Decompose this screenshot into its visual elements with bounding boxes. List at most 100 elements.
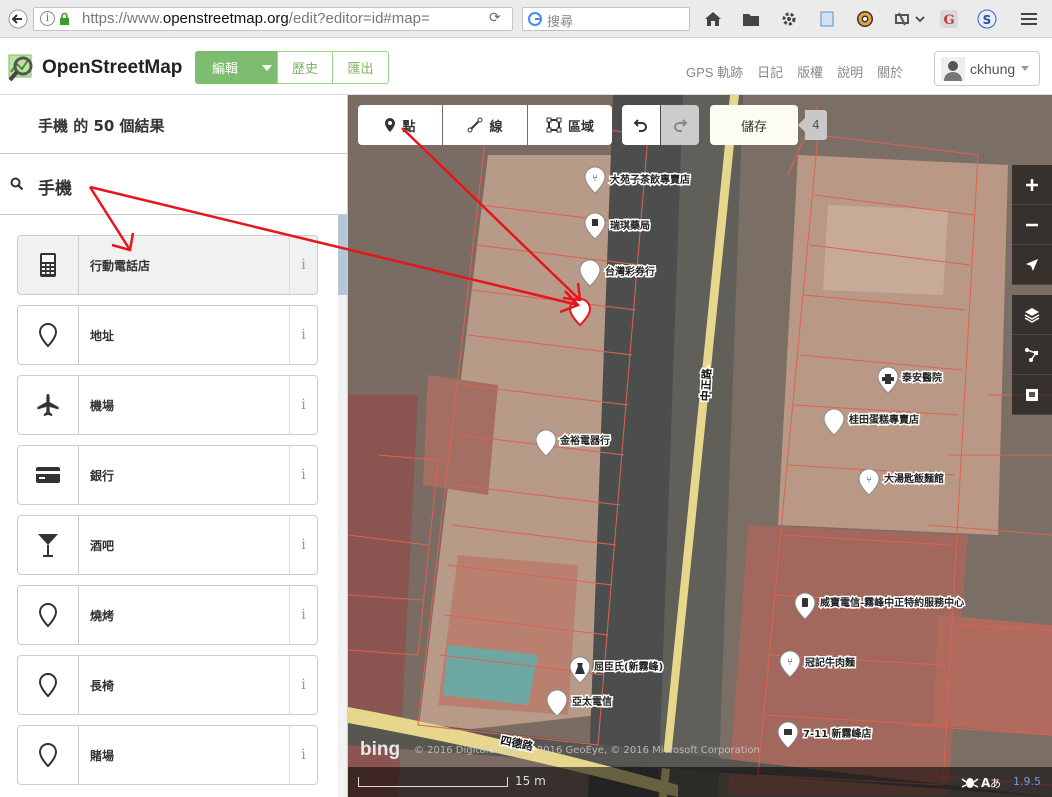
preset-mobile-phone-shop[interactable]: 行動電話店 i bbox=[17, 235, 318, 295]
preset-info-button[interactable]: i bbox=[289, 586, 317, 644]
osm-logo-icon[interactable] bbox=[6, 52, 38, 84]
street-label-zhongzheng: 中正路 bbox=[698, 367, 714, 402]
history-button[interactable]: 歷史 bbox=[277, 51, 333, 84]
preset-info-button[interactable]: i bbox=[289, 656, 317, 714]
info-icon[interactable]: i bbox=[40, 11, 55, 26]
chevron-down-icon bbox=[1021, 66, 1029, 71]
line-icon bbox=[467, 117, 483, 133]
point-icon bbox=[385, 118, 396, 132]
brand-title[interactable]: OpenStreetMap bbox=[42, 57, 182, 79]
preset-info-button[interactable]: i bbox=[289, 236, 317, 294]
add-point-label: 點 bbox=[402, 119, 416, 135]
scale-bar bbox=[358, 777, 508, 787]
bug-icon[interactable] bbox=[960, 774, 980, 790]
results-title: 手機 的 50 個結果 bbox=[38, 117, 165, 135]
svg-text:S: S bbox=[983, 13, 992, 27]
poi-label: 威寶電信-霧峰中正特約服務中心 bbox=[820, 596, 964, 609]
version-label[interactable]: 1.9.5 bbox=[1013, 775, 1041, 788]
nav-gps-traces[interactable]: GPS 軌跡 bbox=[686, 62, 743, 81]
avatar bbox=[941, 57, 965, 81]
add-point-button[interactable]: 點 bbox=[358, 105, 442, 145]
user-menu-button[interactable]: ckhung bbox=[934, 51, 1040, 86]
mobile-phone-icon bbox=[18, 236, 79, 294]
preset-address[interactable]: 地址 i bbox=[17, 305, 318, 365]
book-icon bbox=[1026, 388, 1038, 401]
map-data-button[interactable] bbox=[1012, 335, 1052, 375]
menu-icon[interactable] bbox=[1019, 9, 1039, 29]
home-icon[interactable] bbox=[703, 9, 723, 29]
caret-down-icon bbox=[261, 64, 272, 71]
url-text: https://www.openstreetmap.org/edit?edito… bbox=[82, 10, 430, 27]
redo-button[interactable] bbox=[661, 105, 699, 145]
nav-diary[interactable]: 日記 bbox=[757, 62, 783, 81]
nav-about[interactable]: 關於 bbox=[877, 62, 903, 81]
zoom-in-button[interactable] bbox=[1012, 165, 1052, 205]
osm-header: OpenStreetMap 編輯 歷史 匯出 GPS 軌跡 日記 版權 說明 關… bbox=[0, 38, 1052, 95]
preset-info-button[interactable]: i bbox=[289, 376, 317, 434]
bookmark-icon[interactable] bbox=[817, 9, 837, 29]
preset-bench[interactable]: 長椅 i bbox=[17, 655, 318, 715]
preset-label: 賭場 bbox=[90, 749, 115, 763]
edit-count: 4 bbox=[805, 110, 827, 140]
map-canvas[interactable]: 中正路 四德路 ⑂ 大苑子茶飲專賣店 瑞琪藥局 台灣彩券行 金裕電器行 屈臣氏(新… bbox=[348, 95, 1052, 797]
browser-search-input[interactable]: 搜尋 bbox=[522, 7, 690, 31]
preset-casino[interactable]: 賭場 i bbox=[17, 725, 318, 785]
chevron-down-icon[interactable] bbox=[910, 9, 930, 29]
nav-copyright[interactable]: 版權 bbox=[797, 62, 823, 81]
reload-icon[interactable]: ⟳ bbox=[489, 10, 501, 26]
map-footer: 15 m Aあ 1.9.5 bbox=[348, 767, 1052, 797]
add-area-button[interactable]: 區域 bbox=[528, 105, 612, 145]
location-arrow-icon bbox=[1026, 258, 1038, 271]
airplane-icon bbox=[18, 376, 79, 434]
undo-button[interactable] bbox=[622, 105, 660, 145]
preset-label: 地址 bbox=[90, 329, 115, 343]
add-area-label: 區域 bbox=[567, 119, 594, 135]
preset-bank[interactable]: 銀行 i bbox=[17, 445, 318, 505]
edit-count-badge: 4 bbox=[798, 110, 832, 140]
area-icon bbox=[546, 117, 562, 133]
s-addon-icon[interactable]: S bbox=[977, 9, 997, 29]
map-pin-icon bbox=[18, 586, 79, 644]
preset-info-button[interactable]: i bbox=[289, 446, 317, 504]
zoom-out-button[interactable] bbox=[1012, 205, 1052, 245]
preset-search[interactable]: 手機 bbox=[0, 155, 347, 215]
extension-icon[interactable] bbox=[892, 9, 912, 29]
poi-label: 7-11 新霧峰店 bbox=[803, 727, 872, 740]
results-header: 手機 的 50 個結果 bbox=[0, 95, 347, 154]
geolocate-button[interactable] bbox=[1012, 245, 1052, 285]
nav-help[interactable]: 說明 bbox=[837, 62, 863, 81]
poi-label: 金裕電器行 bbox=[559, 434, 610, 447]
preset-bbq[interactable]: 燒烤 i bbox=[17, 585, 318, 645]
poi-label: 台灣彩券行 bbox=[605, 265, 655, 278]
satellite-imagery: 中正路 四德路 ⑂ 大苑子茶飲專賣店 瑞琪藥局 台灣彩券行 金裕電器行 屈臣氏(新… bbox=[348, 95, 1052, 797]
folder-icon[interactable] bbox=[741, 9, 761, 29]
preset-label: 長椅 bbox=[90, 679, 115, 693]
edit-button[interactable]: 編輯 bbox=[195, 51, 255, 84]
back-icon[interactable] bbox=[6, 7, 30, 31]
color-wheel-icon[interactable] bbox=[855, 9, 875, 29]
preset-info-button[interactable]: i bbox=[289, 726, 317, 784]
url-bar[interactable]: i https://www.openstreetmap.org/edit?edi… bbox=[33, 7, 513, 31]
redo-icon bbox=[674, 119, 688, 132]
gear-icon[interactable] bbox=[779, 9, 799, 29]
add-line-button[interactable]: 線 bbox=[443, 105, 527, 145]
bing-logo: bing bbox=[360, 739, 401, 760]
imagery-attribution[interactable]: © 2016 DigitalGlobe, © 2016 GeoEye, © 20… bbox=[414, 745, 760, 756]
credit-card-icon bbox=[18, 446, 79, 504]
preset-search-input[interactable]: 手機 bbox=[38, 174, 72, 199]
scrollbar-track[interactable] bbox=[338, 215, 347, 797]
poi-label: 冠記牛肉麵 bbox=[805, 656, 855, 669]
preset-bar[interactable]: 酒吧 i bbox=[17, 515, 318, 575]
background-layers-button[interactable] bbox=[1012, 295, 1052, 335]
edit-dropdown-button[interactable] bbox=[255, 51, 278, 84]
g-addon-icon[interactable]: G bbox=[939, 9, 959, 29]
translate-icon[interactable]: Aあ bbox=[980, 774, 1004, 790]
export-button[interactable]: 匯出 bbox=[332, 51, 389, 84]
svg-text:⑂: ⑂ bbox=[866, 475, 872, 486]
save-button[interactable]: 儲存 bbox=[710, 105, 798, 145]
scrollbar-thumb[interactable] bbox=[338, 215, 347, 295]
preset-airport[interactable]: 機場 i bbox=[17, 375, 318, 435]
preset-info-button[interactable]: i bbox=[289, 306, 317, 364]
help-button[interactable] bbox=[1012, 375, 1052, 415]
preset-info-button[interactable]: i bbox=[289, 516, 317, 574]
